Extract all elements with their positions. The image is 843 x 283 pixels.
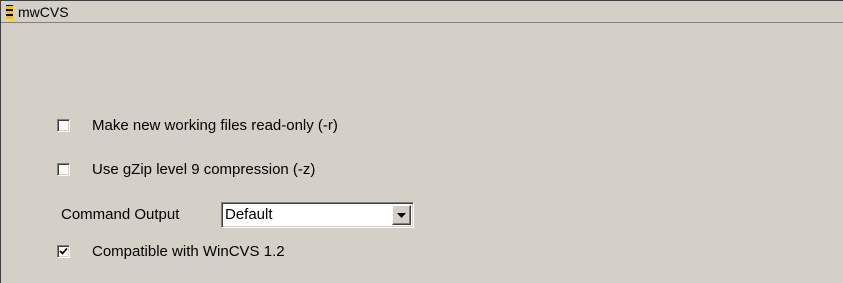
app-icon <box>6 5 13 19</box>
gzip-option[interactable]: Use gZip level 9 compression (-z) <box>57 161 417 181</box>
compat-option[interactable]: Compatible with WinCVS 1.2 <box>57 243 377 263</box>
compat-label: Compatible with WinCVS 1.2 <box>92 243 285 260</box>
checkmark-icon <box>59 247 68 255</box>
read-only-option[interactable]: Make new working files read-only (-r) <box>57 117 447 137</box>
compat-checkbox[interactable] <box>57 245 70 258</box>
gzip-label: Use gZip level 9 compression (-z) <box>92 161 316 178</box>
settings-panel: mwCVS Make new working files read-only (… <box>0 0 843 283</box>
gzip-checkbox[interactable] <box>57 163 70 176</box>
command-output-label: Command Output <box>61 206 180 223</box>
command-output-select[interactable]: Default <box>221 202 414 228</box>
panel-title: mwCVS <box>18 4 69 20</box>
read-only-label: Make new working files read-only (-r) <box>92 117 338 134</box>
dropdown-button[interactable] <box>392 205 411 225</box>
panel-header: mwCVS <box>1 1 843 23</box>
read-only-checkbox[interactable] <box>57 119 70 132</box>
chevron-down-icon <box>397 213 406 218</box>
command-output-value: Default <box>225 206 273 223</box>
